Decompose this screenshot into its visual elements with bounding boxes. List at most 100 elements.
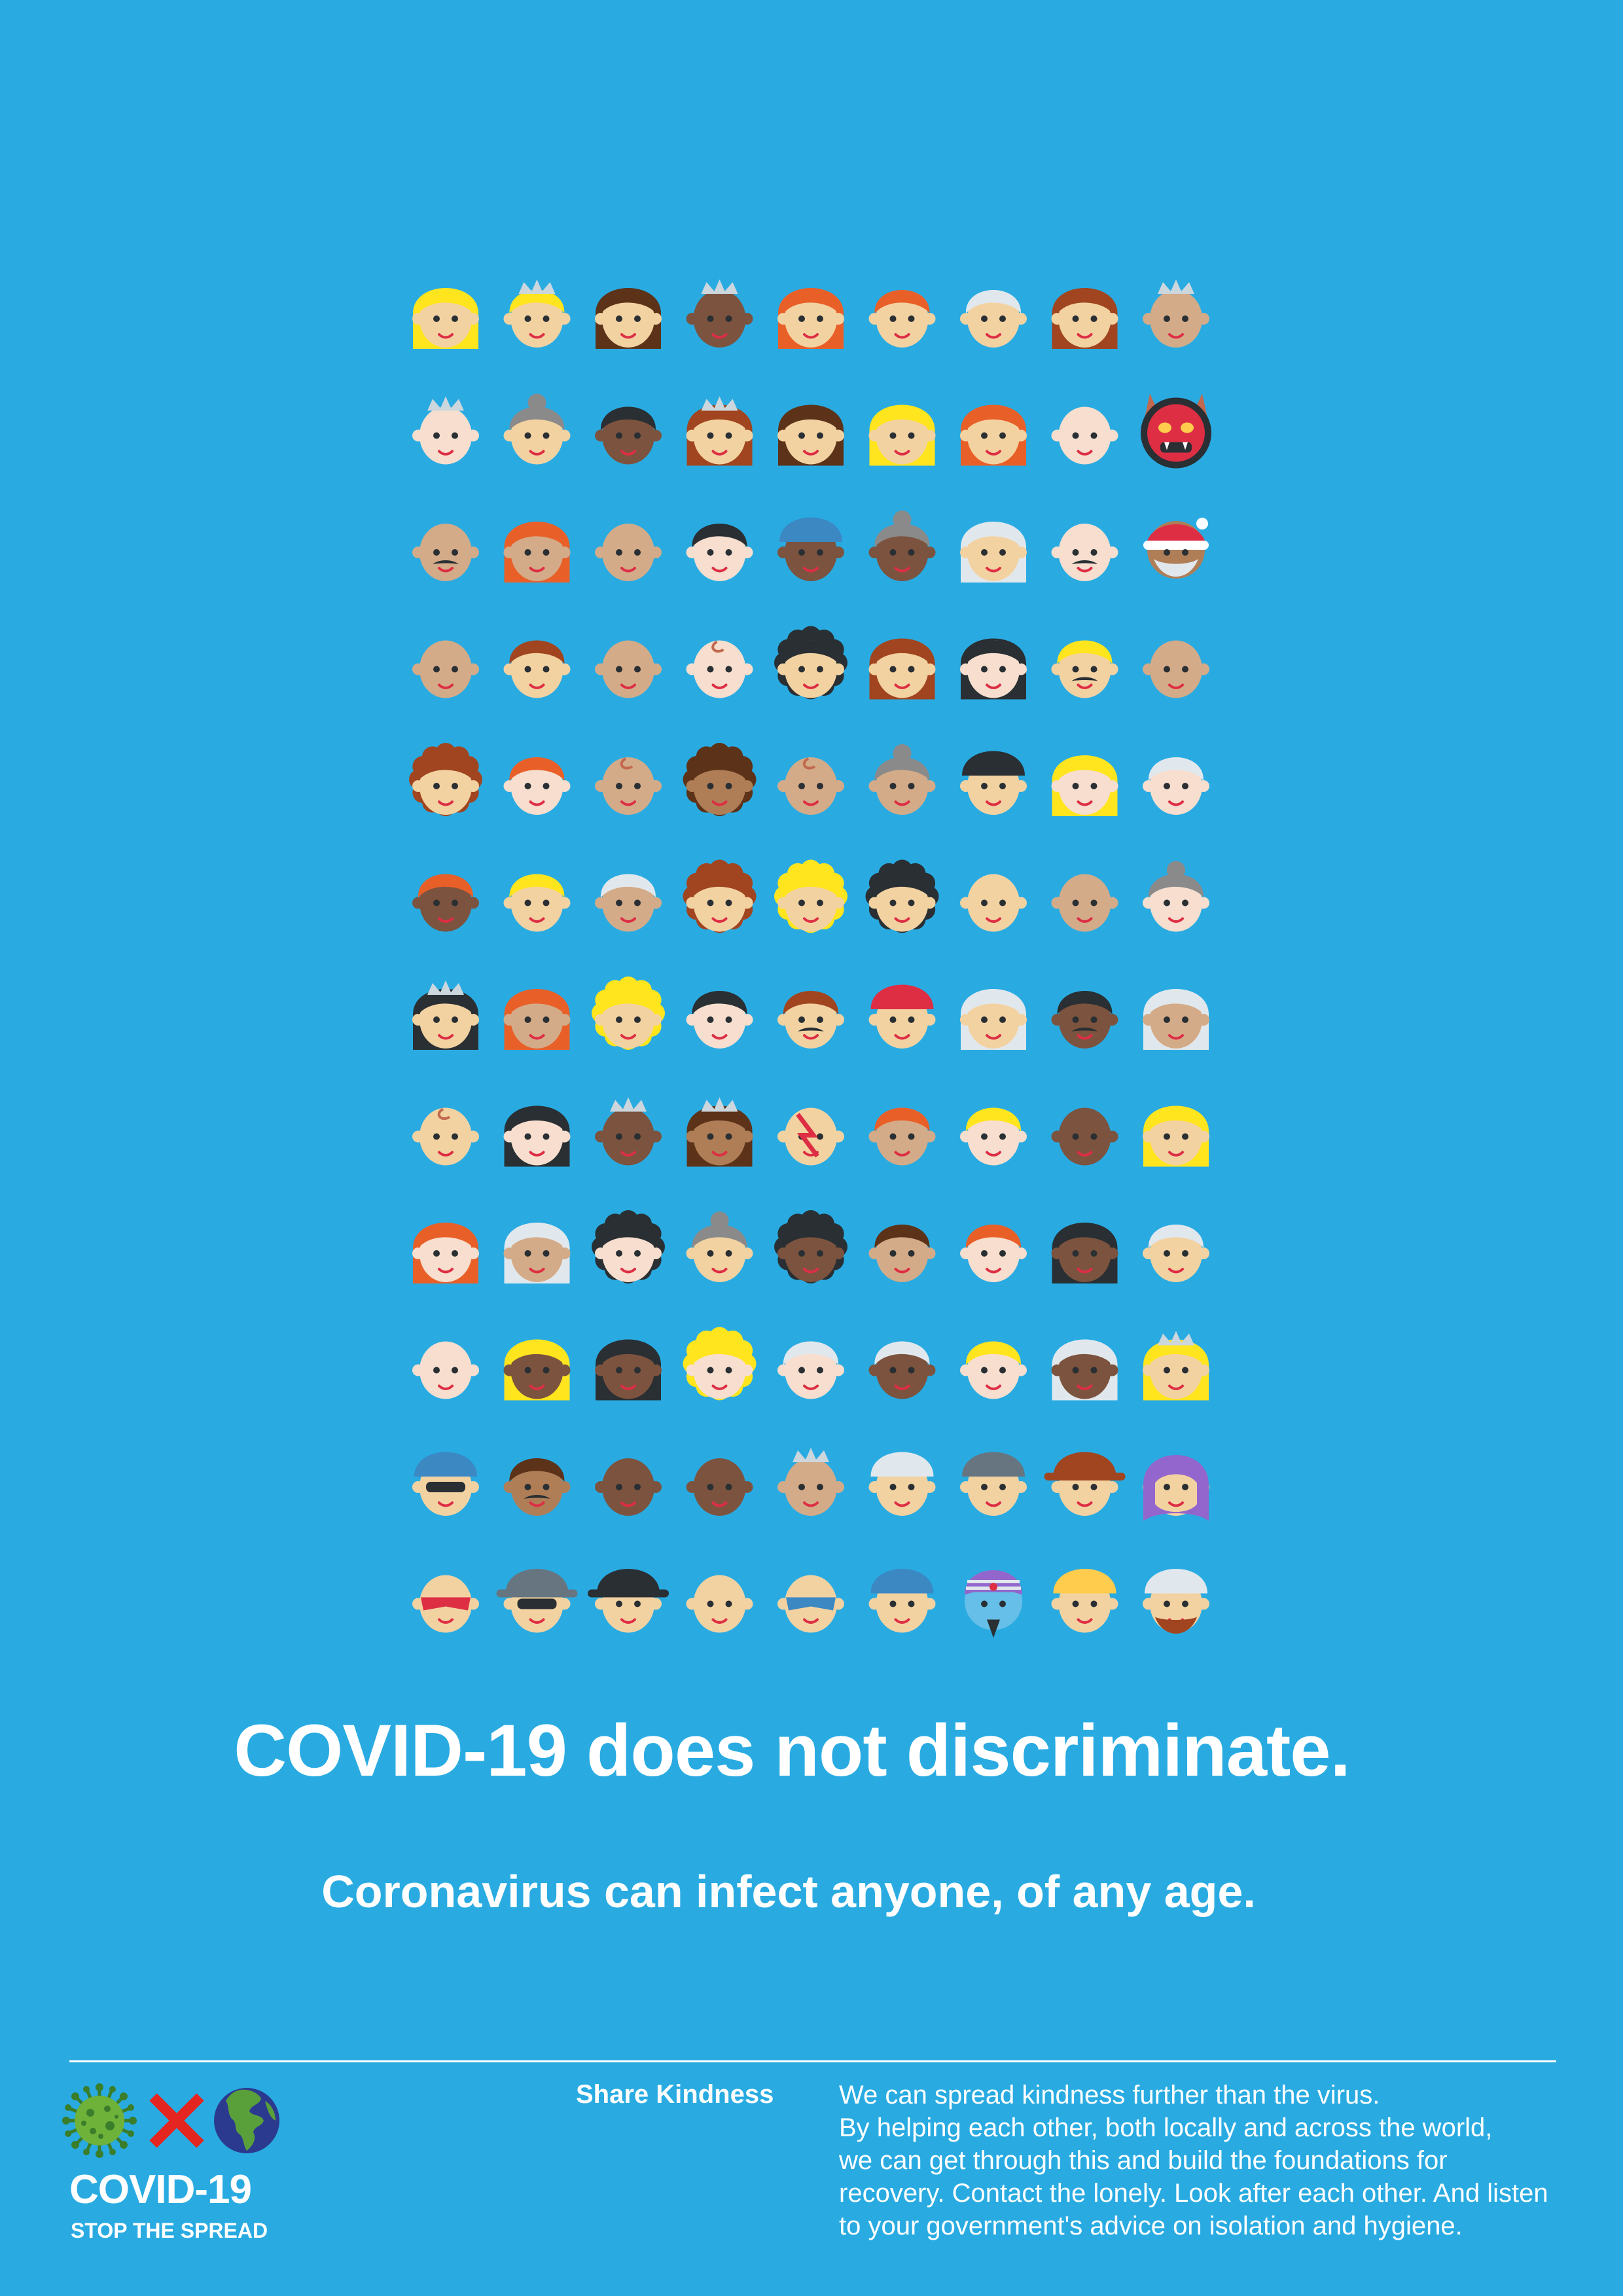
share-kindness-line: recovery. Contact the lonely. Look after… [839,2179,1548,2208]
superhero-mask-emoji-icon [412,1575,479,1633]
ginger-tan-emoji-icon [503,522,571,583]
auburn-man-emoji-icon [503,640,571,698]
black-long-light-emoji-icon [960,638,1027,700]
moustache-light-emoji-icon [1051,524,1118,581]
white-long-dark-emoji-icon [1051,1339,1118,1401]
white-hair-tan-emoji-icon [595,874,662,932]
ginger-man-emoji-icon [868,290,936,348]
subheadline: Coronavirus can infect anyone, of any ag… [321,1866,1256,1917]
grey-bun-tan-emoji-icon [868,744,936,815]
white-hair-cream-emoji-icon [1143,1225,1209,1282]
old-bald-dark-emoji-icon [686,1458,753,1516]
old-bald-tan-emoji-icon [595,640,662,698]
blonde-light-emoji-icon [960,1341,1027,1399]
white-long-woman-emoji-icon [960,989,1027,1050]
blonde-light-emoji-icon [960,1107,1027,1166]
princess-blonde-emoji-icon [1143,1331,1209,1401]
vampire-emoji-icon [686,1575,753,1633]
fedora-sunglasses-emoji-icon [496,1569,578,1633]
blonde-long-dark-emoji-icon [503,1339,571,1401]
white-hair-dark-emoji-icon [868,1341,936,1399]
blonde-moustache-emoji-icon [1051,640,1118,698]
curly-auburn-emoji-icon [409,743,482,816]
grey-bun-light-emoji-icon [1143,861,1209,932]
blonde-long-woman-emoji-icon [1143,1105,1209,1167]
blonde-long-woman-emoji-icon [412,288,479,349]
black-long-dark-emoji-icon [595,1339,662,1401]
genie-face-emoji-icon [965,1570,1022,1638]
logo-title: COVID-19 [69,2167,252,2212]
bald-tan-emoji-icon [1051,874,1118,932]
blonde-light-emoji-icon [1051,755,1118,816]
curly-tan-emoji-icon [412,640,479,698]
logo-subtitle: STOP THE SPREAD [71,2219,268,2242]
beret-emoji-icon [960,1452,1027,1516]
share-kindness-line: We can spread kindness further than the … [839,2081,1380,2109]
bald-dark-emoji-icon [595,1458,662,1516]
black-moustache-dark-emoji-icon [1051,991,1118,1049]
black-long-light-emoji-icon [503,1105,571,1167]
brown-hair-tan-emoji-icon [868,1225,936,1282]
princess-brown-emoji-icon [686,1097,753,1167]
blonde-curly-light-emoji-icon [683,1327,757,1401]
brown-hair-woman-emoji-icon [595,288,662,349]
cowboy-emoji-icon [1044,1452,1126,1516]
baby-cream-emoji-icon [412,1107,479,1166]
santa-face-emoji-icon [1143,518,1209,579]
chef-emoji-icon [868,1452,936,1516]
share-kindness-label: Share Kindness [576,2080,774,2109]
baby-tan-emoji-icon [595,757,662,815]
auburn-woman-emoji-icon [1051,288,1118,349]
grey-bun-dark-emoji-icon [868,511,936,581]
firefighter-emoji-icon [868,984,936,1049]
ogre-face-emoji-icon [1141,393,1211,469]
blonde-curly-emoji-icon [592,977,665,1050]
bald-dark-emoji-icon [1051,1107,1118,1166]
old-bald-cream-emoji-icon [960,874,1027,932]
footer-divider [69,2060,1556,2062]
princess-black-emoji-icon [412,980,479,1050]
black-hair-light-emoji-icon [686,524,753,581]
blonde-long-woman-emoji-icon [868,404,936,466]
faces-grid [409,279,1211,1638]
white-long-tan-emoji-icon [1143,989,1209,1050]
construction-worker-emoji-icon [1051,1569,1118,1633]
white-hair-light-emoji-icon [777,1341,844,1399]
white-hair-man-emoji-icon [960,290,1027,348]
cap-dark-emoji-icon [777,517,844,581]
ginger-light-emoji-icon [503,757,571,815]
headline: COVID-19 does not discriminate. [234,1710,1350,1791]
old-white-light-emoji-icon [1143,757,1209,815]
baby-tan-emoji-icon [777,757,844,815]
starpaint-face-emoji-icon [777,1107,844,1166]
ginger-woman-emoji-icon [777,288,844,349]
logo-icons [62,2083,279,2158]
share-kindness-line: to your government's advice on isolation… [839,2212,1463,2240]
curly-black-light-emoji-icon [592,1210,665,1283]
princess-auburn-emoji-icon [686,396,753,466]
grey-bun-woman-emoji-icon [503,393,571,465]
graduate-emoji-icon [588,1569,669,1633]
share-kindness-line: By helping each other, both locally and … [839,2113,1493,2142]
blonde-prince-emoji-icon [503,279,571,348]
ginger-tan-emoji-icon [868,1107,936,1166]
prince-dark-emoji-icon [595,1097,662,1166]
white-long-tan-emoji-icon [503,1223,571,1283]
share-kindness-text: We can spread kindness further than the … [839,2079,1605,2242]
ginger-dark-emoji-icon [412,874,479,932]
auburn-woman-emoji-icon [868,638,936,700]
globe-icon [214,2088,279,2153]
blue-cap-emoji-icon [868,1569,936,1633]
baby-light-emoji-icon [686,640,753,698]
moustache-tan-emoji-icon [412,524,479,581]
prince-tan-emoji-icon [777,1448,844,1516]
ninja-mask-emoji-icon [777,1575,844,1633]
hijab-emoji-icon [1143,1455,1209,1521]
black-curly-emoji-icon [865,859,939,933]
princess-dark-emoji-icon [686,279,753,348]
bald-tan-emoji-icon [595,524,662,581]
ginger-long-light-emoji-icon [412,1223,479,1283]
turban-emoji-icon [1143,1569,1209,1634]
white-long-woman-emoji-icon [960,522,1027,583]
prince-tan-emoji-icon [1143,279,1209,348]
